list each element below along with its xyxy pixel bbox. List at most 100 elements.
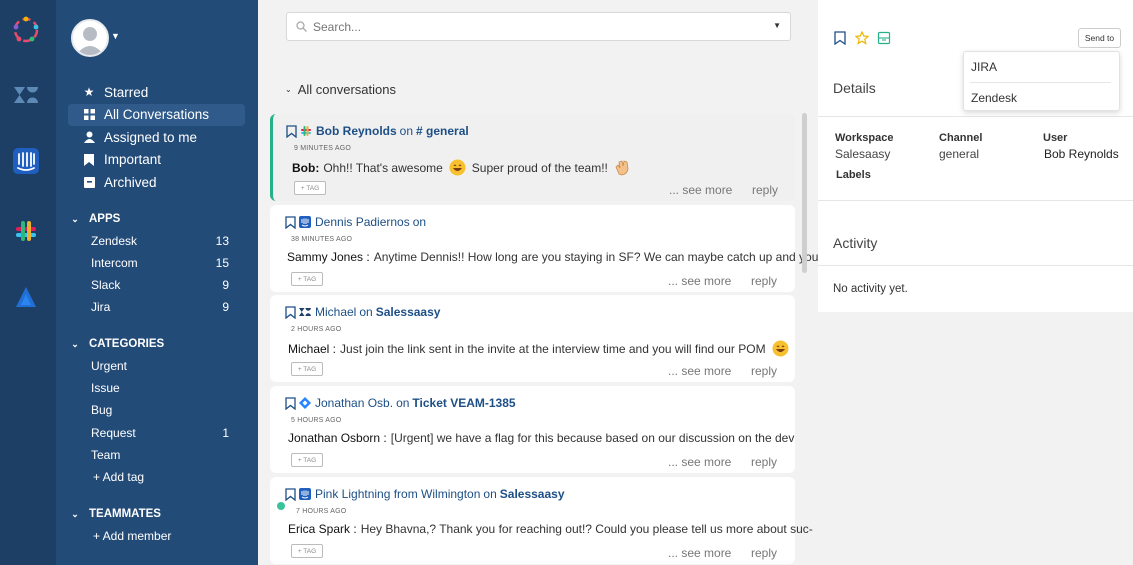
avatar[interactable] <box>71 19 109 57</box>
channel-label: Channel <box>939 132 983 144</box>
reply-button[interactable]: reply <box>751 364 777 378</box>
scrollbar[interactable] <box>802 113 807 273</box>
teammates-section-toggle[interactable]: ⌄ TEAMMATES <box>68 508 161 520</box>
archive-icon[interactable] <box>877 31 891 45</box>
categories-section-toggle[interactable]: ⌄ CATEGORIES <box>68 338 164 350</box>
nav-category-bug[interactable]: Bug <box>91 403 229 417</box>
nav-item-important[interactable]: Important <box>68 149 245 172</box>
nav-app-slack[interactable]: Slack 9 <box>91 278 229 292</box>
activity-title: Activity <box>833 235 878 251</box>
ticket-link[interactable]: Ticket VEAM-1385 <box>412 396 515 410</box>
apps-section-toggle[interactable]: ⌄ APPS <box>68 213 120 225</box>
reply-button[interactable]: reply <box>751 455 777 469</box>
nav-item-starred[interactable]: ★ Starred <box>68 81 245 104</box>
channel-link[interactable]: Salessaasy <box>376 305 441 319</box>
send-to-dropdown: JIRA Zendesk <box>963 51 1120 111</box>
reply-button[interactable]: reply <box>751 274 777 288</box>
contact-name[interactable]: Michael <box>315 305 356 319</box>
conversation-card[interactable]: Dennis Padiernos on 38 MINUTES AGO Sammy… <box>270 205 818 292</box>
bookmark-icon[interactable] <box>285 396 296 410</box>
see-more-link[interactable]: ... see more <box>668 546 731 560</box>
nav-category-request[interactable]: Request 1 <box>91 426 229 440</box>
dropdown-item-zendesk[interactable]: Zendesk <box>971 91 1017 105</box>
nav-app-label: Slack <box>91 278 121 292</box>
nav-item-label: Assigned to me <box>104 129 198 145</box>
conversation-card[interactable]: Bob Reynolds on # general 9 MINUTES AGO … <box>270 114 795 201</box>
main-nav: ★ Starred All Conversations Assigned to … <box>68 81 245 194</box>
nav-category-team[interactable]: Team <box>91 448 229 462</box>
message-author: Sammy Jones : <box>287 250 370 264</box>
bookmark-icon[interactable] <box>285 305 296 319</box>
nav-app-jira[interactable]: Jira 9 <box>91 300 229 314</box>
see-more-link[interactable]: ... see more <box>668 274 731 288</box>
contact-name[interactable]: Bob Reynolds <box>316 124 397 138</box>
add-tag-button[interactable]: + TAG <box>291 544 323 558</box>
add-tag-button[interactable]: + TAG <box>291 272 323 286</box>
nav-app-label: Jira <box>91 300 111 314</box>
channel-link[interactable]: # general <box>416 124 469 138</box>
nav-category-urgent[interactable]: Urgent <box>91 359 229 373</box>
on-label: on <box>399 124 414 138</box>
nav-category-label: Request <box>91 426 136 440</box>
message-author: Erica Spark : <box>288 522 357 536</box>
message-author: Jonathan Osborn : <box>288 431 387 445</box>
see-more-link[interactable]: ... see more <box>668 455 731 469</box>
intercom-icon[interactable] <box>8 143 44 179</box>
add-tag-button[interactable]: + Add tag <box>93 470 144 484</box>
conversation-list-heading[interactable]: ⌄ All conversations <box>285 82 396 97</box>
nav-item-assigned[interactable]: Assigned to me <box>68 126 245 149</box>
divider <box>818 200 1133 201</box>
reply-button[interactable]: reply <box>751 546 777 560</box>
app-logo-icon[interactable] <box>8 12 44 48</box>
chevron-down-icon[interactable]: ▼ <box>111 31 120 41</box>
add-tag-button[interactable]: + TAG <box>291 453 323 467</box>
reply-button[interactable]: reply <box>752 183 778 197</box>
add-tag-button[interactable]: + TAG <box>294 181 326 195</box>
nav-app-intercom[interactable]: Intercom 15 <box>91 256 229 270</box>
conversation-card[interactable]: Pink Lightning from Wilmington on Saless… <box>270 477 813 564</box>
conversation-card[interactable]: Jonathan Osb. on Ticket VEAM-1385 5 HOUR… <box>270 386 795 473</box>
nav-app-label: Zendesk <box>91 234 138 248</box>
channel-link[interactable]: Salessaasy <box>500 487 565 501</box>
message-preview: Sammy Jones : Anytime Dennis!! How long … <box>287 250 818 264</box>
contact-name[interactable]: Dennis Padiernos <box>315 215 410 229</box>
contact-name[interactable]: Pink Lightning from Wilmington <box>315 487 480 501</box>
dropdown-caret-icon[interactable]: ▼ <box>773 21 781 30</box>
divider <box>818 116 1133 117</box>
conversation-card[interactable]: Michael on Salessaasy 2 HOURS AGO Michae… <box>270 295 795 382</box>
nav-app-zendesk[interactable]: Zendesk 13 <box>91 234 229 248</box>
message-preview: Erica Spark : Hey Bhavna,? Thank you for… <box>288 522 813 536</box>
bookmark-icon[interactable] <box>285 487 296 501</box>
nav-item-archived[interactable]: Archived <box>68 171 245 194</box>
add-member-button[interactable]: + Add member <box>93 529 171 543</box>
search-bar[interactable]: ▼ <box>286 12 791 41</box>
app-rail <box>0 0 56 565</box>
add-tag-button[interactable]: + TAG <box>291 362 323 376</box>
contact-name[interactable]: Jonathan Osb. <box>315 396 393 410</box>
zendesk-icon[interactable] <box>8 77 44 113</box>
nav-category-issue[interactable]: Issue <box>91 381 229 395</box>
bookmark-icon[interactable] <box>286 124 297 138</box>
slack-icon[interactable] <box>8 213 44 249</box>
bookmark-icon[interactable] <box>285 215 296 229</box>
zendesk-icon <box>299 308 311 316</box>
dropdown-item-jira[interactable]: JIRA <box>971 60 997 74</box>
see-more-link[interactable]: ... see more <box>669 183 732 197</box>
nav-app-count: 9 <box>222 300 229 314</box>
chevron-down-icon: ⌄ <box>71 213 79 224</box>
on-label: on <box>396 396 410 410</box>
search-input[interactable] <box>313 19 753 35</box>
see-more-link[interactable]: ... see more <box>668 364 731 378</box>
nav-item-all-conversations[interactable]: All Conversations <box>68 103 245 126</box>
details-panel: Send to Details Workspace Salesaasy Chan… <box>818 0 1133 565</box>
jira-icon[interactable] <box>8 279 44 315</box>
unread-indicator <box>277 502 285 510</box>
clap-emoji-icon <box>615 160 629 176</box>
star-icon[interactable] <box>855 31 869 45</box>
intercom-icon <box>299 216 311 228</box>
bookmark-icon <box>82 153 96 166</box>
on-label: on <box>412 215 427 229</box>
send-to-button[interactable]: Send to <box>1078 28 1121 48</box>
bookmark-icon[interactable] <box>833 31 847 45</box>
on-label: on <box>483 487 497 501</box>
